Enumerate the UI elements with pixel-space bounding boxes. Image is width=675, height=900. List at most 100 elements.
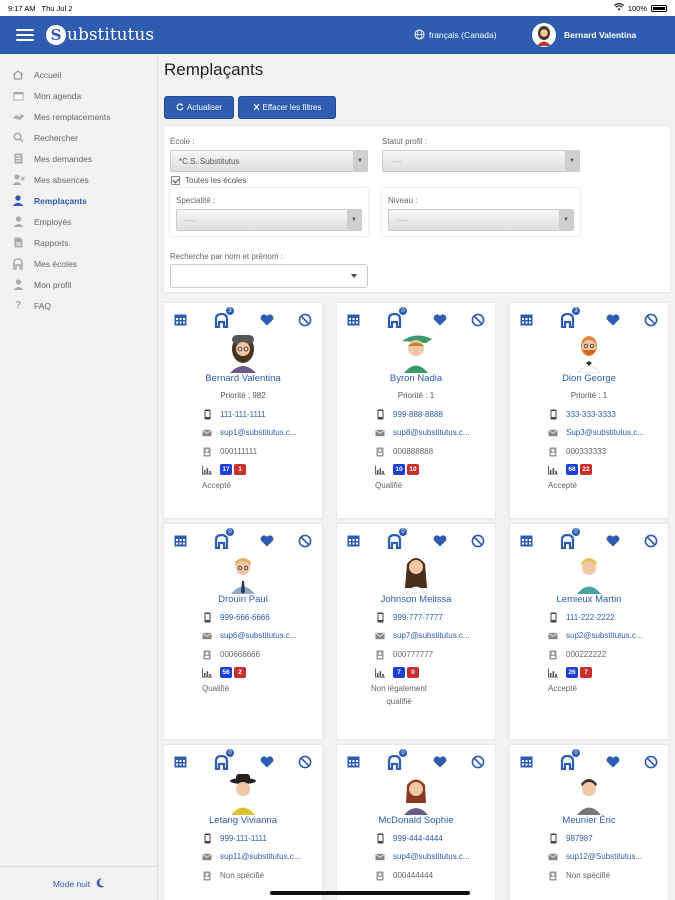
bar-chart-icon (375, 464, 385, 475)
phone-icon (548, 409, 558, 420)
bar-chart-icon (548, 464, 558, 475)
sidebar-item-employes[interactable]: Employés (0, 211, 157, 232)
substitute-card[interactable]: 3 Bernard Valentina Priorité : 982 111-111-… (164, 303, 322, 518)
clear-filters-button[interactable]: Effacer les filtres (238, 96, 336, 119)
phone-link[interactable]: 111-111-1111 (220, 410, 266, 419)
statut-select[interactable]: ---- ▼ (382, 150, 580, 172)
sidebar-item-accueil[interactable]: Accueil (0, 64, 157, 85)
sidebar-item-remplacants[interactable]: Remplaçants (0, 190, 157, 211)
block-icon[interactable] (644, 534, 658, 553)
schools-count-badge: 0 (225, 748, 235, 758)
stats-row: 26 7 (548, 667, 594, 678)
substitute-card[interactable]: 0 McDonald Sophie 999-444-4444 sup4@substit… (337, 745, 495, 900)
phone-link[interactable]: 999-888-8888 (393, 410, 443, 419)
person-avatar (396, 329, 436, 373)
substitute-name[interactable]: Letang Vivianna (164, 815, 322, 826)
app-logo[interactable]: S ubstitutus (46, 25, 154, 45)
phone-link[interactable]: 333-333-3333 (566, 410, 616, 419)
id-number: 000888888 (393, 447, 434, 456)
phone-link[interactable]: 999-111-1111 (220, 834, 267, 843)
card-action-icons: 0 (337, 306, 495, 332)
calendar-icon[interactable] (347, 755, 360, 773)
id-number: 000222222 (566, 650, 607, 659)
name-search-select[interactable] (170, 264, 368, 288)
block-icon[interactable] (298, 534, 312, 553)
sidebar-item-faq[interactable]: ? FAQ (0, 295, 157, 316)
substitute-card[interactable]: 3 Dion George Priorité : 1 333-333-3333 Sup3… (510, 303, 668, 518)
email-link[interactable]: sup1@substitutus.c... (220, 428, 297, 437)
toutes-ecoles-checkbox[interactable]: Toutes les écoles (171, 176, 246, 185)
substitute-card[interactable]: 0 Drouin Paul 999-666-6666 sup6@substitutus… (164, 524, 322, 739)
phone-link[interactable]: 999-777-7777 (393, 613, 443, 622)
calendar-icon[interactable] (520, 534, 533, 552)
substitute-name[interactable]: Byron Nadia (337, 373, 495, 384)
specialite-select[interactable]: ---- ▼ (176, 209, 362, 231)
calendar-icon[interactable] (347, 534, 360, 552)
calendar-icon[interactable] (520, 755, 533, 773)
block-icon[interactable] (298, 755, 312, 774)
id-card-icon (548, 446, 558, 457)
calendar-icon[interactable] (347, 313, 360, 331)
email-link[interactable]: Sup3@substitutus.c... (566, 428, 644, 437)
calendar-icon[interactable] (174, 755, 187, 773)
substitute-name[interactable]: Johnson Melissa (337, 594, 495, 605)
refused-count-badge: 7 (580, 667, 592, 678)
phone-link[interactable]: 999-666-6666 (220, 613, 270, 622)
email-link[interactable]: sup12@Substitutus... (566, 852, 642, 861)
ecole-select[interactable]: *C.S. Substitutus ▼ (170, 150, 368, 172)
block-icon[interactable] (298, 313, 312, 332)
sidebar-item-label: Rechercher (34, 132, 78, 143)
sidebar-item-remplacements[interactable]: Mes remplacements (0, 106, 157, 127)
priority-text: Priorité : 982 (220, 391, 266, 400)
email-link[interactable]: sup8@substitutus.c... (393, 428, 470, 437)
niveau-select[interactable]: ---- ▼ (388, 209, 574, 231)
phone-link[interactable]: 999-444-4444 (393, 834, 443, 843)
substitute-card[interactable]: 0 Byron Nadia Priorité : 1 999-888-8888 sup8… (337, 303, 495, 518)
user-menu[interactable]: Bernard Valentina (532, 23, 636, 47)
calendar-icon[interactable] (520, 313, 533, 331)
email-link[interactable]: sup7@substitutus.c... (393, 631, 470, 640)
id-row: 000777777 (375, 649, 433, 660)
language-selector[interactable]: français (Canada) (414, 28, 497, 42)
block-icon[interactable] (471, 755, 485, 774)
calendar-icon[interactable] (174, 313, 187, 331)
stats-row: 10 10 (375, 464, 421, 475)
person-avatar (396, 771, 436, 815)
block-icon[interactable] (644, 755, 658, 774)
night-mode-toggle[interactable]: Mode nuit (0, 866, 158, 900)
sidebar-item-agenda[interactable]: Mon agenda (0, 85, 157, 106)
checkbox-checked-icon[interactable] (171, 176, 180, 185)
accepted-count-badge: 10 (393, 464, 405, 475)
substitute-name[interactable]: McDonald Sophie (337, 815, 495, 826)
substitute-name[interactable]: Bernard Valentina (164, 373, 322, 384)
sidebar-item-rechercher[interactable]: Rechercher (0, 127, 157, 148)
email-row: sup11@substitutus.c... (202, 851, 300, 862)
menu-icon[interactable] (16, 29, 34, 41)
substitute-name[interactable]: Drouin Paul (164, 594, 322, 605)
block-icon[interactable] (644, 313, 658, 332)
substitute-name[interactable]: Lemieux Martin (510, 594, 668, 605)
substitute-card[interactable]: 0 Meunier Éric 987987 sup12@Substitutus... N… (510, 745, 668, 900)
sidebar-item-profil[interactable]: Mon profil (0, 274, 157, 295)
block-icon[interactable] (471, 313, 485, 332)
calendar-icon[interactable] (174, 534, 187, 552)
substitute-card[interactable]: 0 Johnson Melissa 999-777-7777 sup7@substit… (337, 524, 495, 739)
email-link[interactable]: sup2@substitutus.c... (566, 631, 643, 640)
substitute-card[interactable]: 0 Lemieux Martin 111-222-2222 sup2@substitu… (510, 524, 668, 739)
email-link[interactable]: sup11@substitutus.c... (220, 852, 300, 861)
priority-text: Priorité : 1 (397, 391, 435, 400)
refresh-button[interactable]: Actualiser (164, 96, 234, 119)
substitute-card[interactable]: 0 Letang Vivianna 999-111-1111 sup11@substi… (164, 745, 322, 900)
sidebar-item-ecoles[interactable]: Mes écoles (0, 253, 157, 274)
substitute-name[interactable]: Meunier Éric (510, 815, 668, 826)
substitute-name[interactable]: Dion George (510, 373, 668, 384)
email-link[interactable]: sup6@substitutus.c... (220, 631, 297, 640)
block-icon[interactable] (471, 534, 485, 553)
email-link[interactable]: sup4@substitutus.c... (393, 852, 470, 861)
phone-link[interactable]: 987987 (566, 834, 593, 843)
id-number: Non spécifié (566, 871, 611, 880)
sidebar-item-absences[interactable]: Mes absences (0, 169, 157, 190)
sidebar-item-rapports[interactable]: Rapports (0, 232, 157, 253)
sidebar-item-demandes[interactable]: Mes demandes (0, 148, 157, 169)
phone-link[interactable]: 111-222-2222 (566, 613, 615, 622)
